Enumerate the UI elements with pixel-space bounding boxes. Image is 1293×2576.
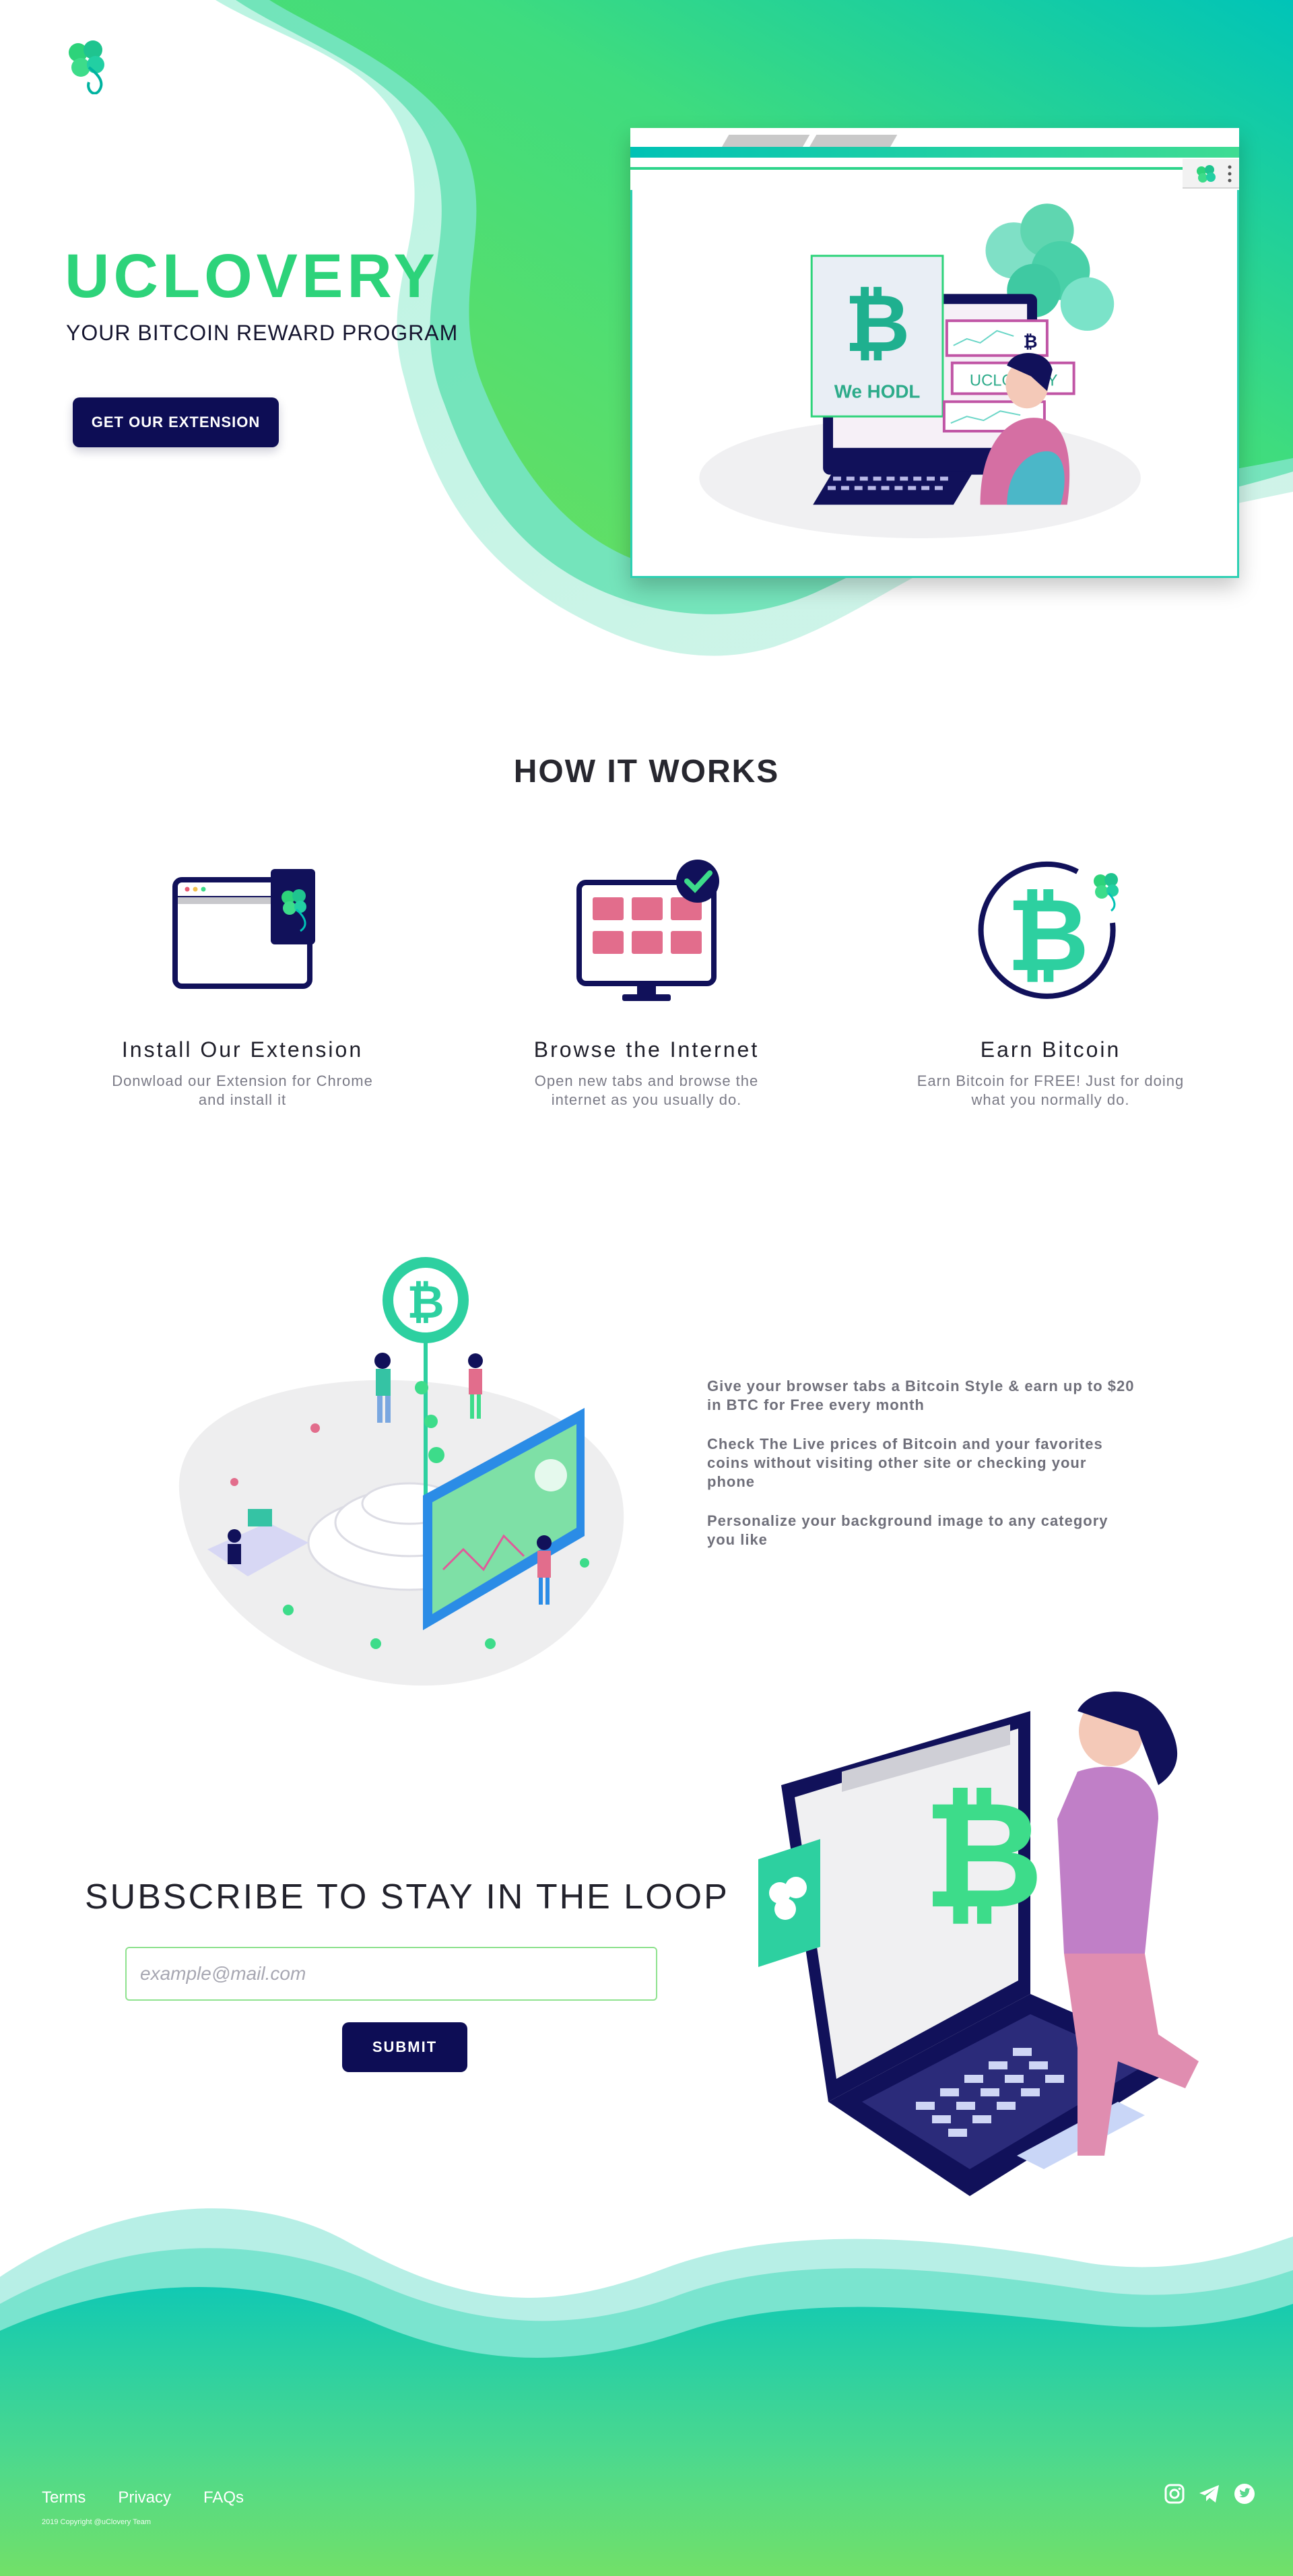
step-browse: Browse the Internet Open new tabs and br… — [471, 856, 822, 1109]
browser-extension-area — [1183, 159, 1239, 189]
step-title: Earn Bitcoin — [980, 1037, 1121, 1062]
how-it-works-title: HOW IT WORKS — [513, 754, 780, 790]
feature-item: Personalize your background image to any… — [707, 1512, 1108, 1548]
step-title: Install Our Extension — [121, 1037, 364, 1062]
isometric-bitcoin-illustration: ₿ — [178, 1257, 624, 1686]
svg-text:₿: ₿ — [407, 1276, 444, 1329]
browser-toolbar — [630, 128, 1239, 190]
copyright-text: 2019 Copyright @uClovery Team — [42, 2518, 151, 2526]
browse-monitor-icon — [576, 860, 719, 1001]
instagram-icon[interactable] — [1162, 2482, 1187, 2506]
feature-item: Give your browser tabs a Bitcoin Style &… — [707, 1378, 1135, 1413]
get-extension-button[interactable]: GET OUR EXTENSION — [73, 397, 279, 447]
clover-logo[interactable] — [62, 38, 116, 94]
footer-link-terms[interactable]: Terms — [42, 2488, 86, 2507]
we-hodl-text: We HODL — [834, 381, 921, 401]
extension-install-icon — [172, 869, 315, 989]
svg-text:₿: ₿ — [923, 1769, 1043, 1941]
step-description: Earn Bitcoin for FREE! Just for doing wh… — [917, 1072, 1185, 1108]
telegram-icon[interactable] — [1197, 2482, 1222, 2506]
brand-subtitle: YOUR BITCOIN REWARD PROGRAM — [66, 321, 459, 345]
footer-link-faqs[interactable]: FAQs — [203, 2488, 244, 2507]
feature-item: Check The Live prices of Bitcoin and you… — [707, 1436, 1103, 1490]
svg-text:₿: ₿ — [1007, 877, 1089, 994]
subscribe-title: SUBSCRIBE TO STAY IN THE LOOP — [85, 1877, 729, 1917]
hero-illustration: ₿ We HODL ₿ UCLOVERY — [630, 190, 1239, 578]
step-title: Browse the Internet — [533, 1037, 760, 1062]
step-earn: ₿ Earn Bitcoin Earn Bitcoin for FREE! Ju… — [875, 856, 1226, 1109]
laptop-woman-illustration: ₿ — [758, 1692, 1199, 2196]
step-install: Install Our Extension Donwload our Exten… — [67, 856, 418, 1109]
step-description: Open new tabs and browse the internet as… — [534, 1072, 759, 1108]
svg-text:₿: ₿ — [1024, 332, 1038, 352]
submit-button[interactable]: SUBMIT — [342, 2022, 467, 2072]
step-description: Donwload our Extension for Chrome and in… — [112, 1072, 373, 1108]
svg-text:₿: ₿ — [844, 277, 910, 371]
feature-list: Give your browser tabs a Bitcoin Style &… — [707, 1377, 1138, 1570]
footer-links: Terms Privacy FAQs — [42, 2488, 244, 2507]
twitter-icon[interactable] — [1232, 2482, 1257, 2506]
footer-wave-background — [0, 2208, 1293, 2576]
browser-mockup: ₿ We HODL ₿ UCLOVERY — [630, 128, 1239, 578]
browser-strip — [630, 147, 1239, 158]
earn-bitcoin-icon: ₿ — [978, 861, 1119, 999]
email-input[interactable] — [125, 1947, 657, 2001]
extension-clover-icon — [1197, 165, 1232, 183]
browser-line — [630, 167, 1239, 170]
brand-title: UCLOVERY — [65, 242, 439, 311]
footer-link-privacy[interactable]: Privacy — [118, 2488, 171, 2507]
